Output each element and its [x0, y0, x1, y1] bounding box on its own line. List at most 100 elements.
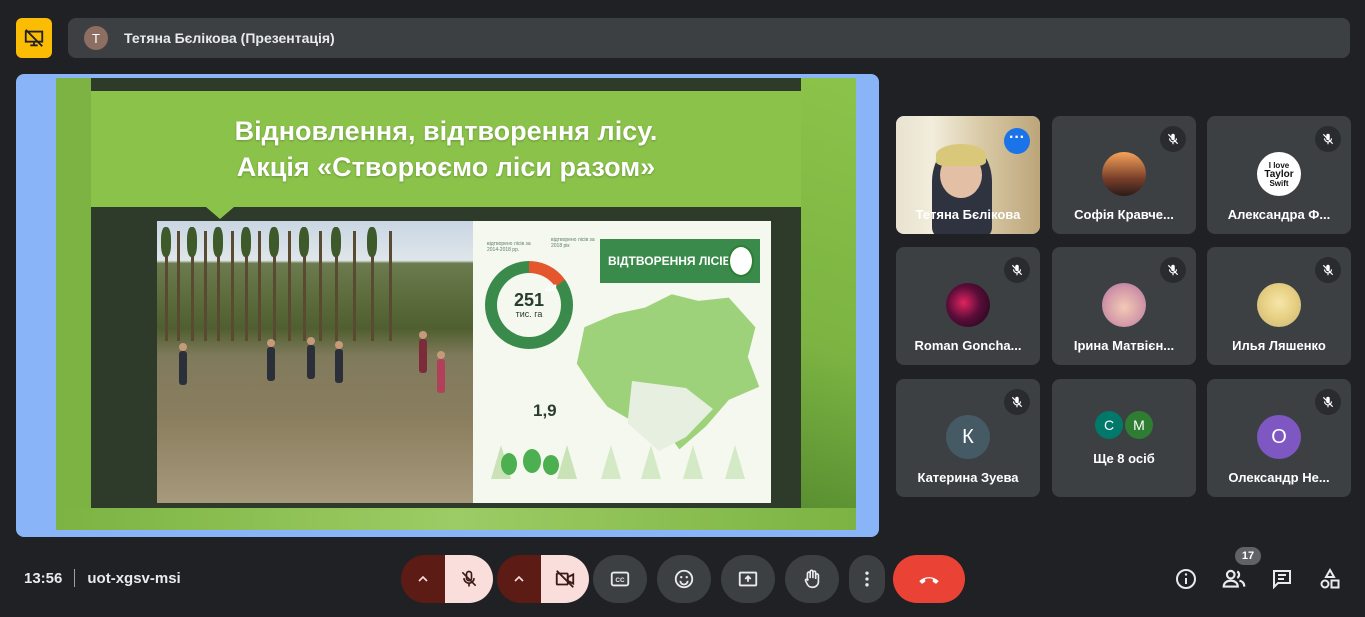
activities-icon	[1320, 567, 1340, 589]
participant-name: Катерина Зуева	[917, 470, 1019, 485]
infographic-caption-right: відтворено лісів за 2018 рік	[551, 237, 595, 249]
presentation-slide: Відновлення, відтворення лісу. Акція «Ст…	[56, 78, 856, 530]
more-options-button[interactable]	[849, 555, 885, 603]
svg-text:CC: CC	[615, 577, 625, 584]
camera-options-button[interactable]	[497, 555, 541, 603]
camera-control	[497, 555, 589, 603]
presentation-off-icon	[24, 29, 44, 47]
chat-button[interactable]	[1269, 566, 1295, 592]
infographic-banner: ВІДТВОРЕННЯ ЛІСІВ	[600, 239, 760, 283]
participant-name: Олександр Не...	[1228, 470, 1330, 485]
end-call-button[interactable]	[893, 555, 965, 603]
more-options-icon	[865, 571, 869, 587]
infographic-banner-text: ВІДТВОРЕННЯ ЛІСІВ	[608, 254, 732, 268]
participant-avatar: К	[946, 415, 990, 459]
participant-name: Илья Ляшенко	[1232, 338, 1326, 353]
ring-unit: тис. га	[515, 309, 543, 319]
mic-options-button[interactable]	[401, 555, 445, 603]
more-horizontal-icon: ···	[1009, 129, 1025, 146]
mic-off-icon	[461, 570, 477, 587]
present-button[interactable]	[721, 555, 775, 603]
camera-toggle-button[interactable]	[541, 555, 589, 603]
presentation-stage[interactable]: Відновлення, відтворення лісу. Акція «Ст…	[16, 74, 879, 537]
presenter-avatar: Т	[84, 26, 108, 50]
clock-time: 13:56	[24, 569, 63, 587]
activities-button[interactable]	[1317, 566, 1343, 592]
people-button[interactable]	[1221, 566, 1247, 592]
avatar-text-line: Taylor	[1264, 168, 1294, 180]
slide-infographic: відтворено лісів за 2014-2018 рр. відтво…	[473, 221, 771, 503]
slide-title-line-1: Відновлення, відтворення лісу.	[234, 116, 658, 146]
mic-off-icon	[1315, 389, 1341, 415]
meeting-details-button[interactable]	[1173, 566, 1199, 592]
chevron-up-icon	[514, 575, 524, 582]
participant-tile-self[interactable]: ··· Тетяна Бєлікова	[896, 116, 1040, 234]
closed-captions-icon: CC	[610, 571, 630, 587]
reactions-button[interactable]	[657, 555, 711, 603]
presenter-name: Тетяна Бєлікова (Презентація)	[124, 30, 335, 46]
forest-agency-logo	[728, 245, 754, 277]
participant-tile[interactable]: К Катерина Зуева	[896, 379, 1040, 497]
participant-avatar	[1257, 283, 1301, 327]
participant-name: Софія Кравче...	[1074, 207, 1174, 222]
participant-avatar	[946, 283, 990, 327]
emoji-icon	[674, 569, 694, 589]
participant-avatar: I love Taylor Swift	[1257, 152, 1301, 196]
slide-title-line-2: Акція «Створюємо ліси разом»	[236, 152, 656, 182]
participant-tile[interactable]: I love Taylor Swift Александра Ф...	[1207, 116, 1351, 234]
presenter-banner: Т Тетяна Бєлікова (Презентація)	[68, 18, 1350, 58]
participant-tile[interactable]: Илья Ляшенко	[1207, 247, 1351, 365]
people-icon	[1222, 569, 1246, 588]
mini-avatar: С	[1095, 411, 1123, 439]
participant-name: Александра Ф...	[1227, 207, 1331, 222]
participant-count-badge: 17	[1235, 547, 1261, 565]
ring-small-value: 44	[545, 283, 558, 295]
chevron-up-icon	[418, 575, 428, 582]
participant-tile[interactable]: Ірина Матвієн...	[1052, 247, 1196, 365]
avatar-text-line: Swift	[1269, 178, 1289, 188]
participant-tile[interactable]: Софія Кравче...	[1052, 116, 1196, 234]
raise-hand-button[interactable]	[785, 555, 839, 603]
mic-off-icon	[1004, 257, 1030, 283]
mic-toggle-button[interactable]	[445, 555, 493, 603]
participant-name: Ірина Матвієн...	[1073, 338, 1175, 353]
participant-tile[interactable]: Roman Goncha...	[896, 247, 1040, 365]
info-icon	[1176, 569, 1196, 589]
infographic-caption-left: відтворено лісів за 2014-2018 рр.	[487, 241, 531, 253]
mic-off-icon	[1004, 389, 1030, 415]
captions-button[interactable]: CC	[593, 555, 647, 603]
slide-decor-right	[801, 78, 856, 530]
present-screen-icon	[738, 571, 758, 587]
more-people-label: Ще 8 осіб	[1093, 451, 1155, 466]
participant-name: Roman Goncha...	[914, 338, 1022, 353]
mini-avatar: М	[1125, 411, 1153, 439]
participant-avatar: О	[1257, 415, 1301, 459]
presentation-badge[interactable]	[16, 18, 52, 58]
slide-decor-bottom	[56, 508, 856, 530]
slide-decor-left	[56, 78, 91, 530]
call-end-icon	[919, 577, 939, 584]
ring-value: 251	[513, 290, 545, 310]
tile-more-button[interactable]: ···	[1004, 128, 1030, 154]
participant-avatar	[1102, 152, 1146, 196]
slide-title-notch	[206, 207, 234, 219]
slide-title-band: Відновлення, відтворення лісу. Акція «Ст…	[91, 91, 801, 207]
chat-icon	[1273, 570, 1291, 590]
forest-ring-chart: 251 тис. га	[485, 261, 573, 349]
participant-tile-more[interactable]: С М Ще 8 осіб	[1052, 379, 1196, 497]
infographic-mid-value: 1,9	[533, 401, 557, 420]
participant-avatar	[1102, 283, 1146, 327]
more-people-avatars: С М	[1052, 411, 1196, 439]
mic-off-icon	[1315, 257, 1341, 283]
participant-tile[interactable]: О Олександр Не...	[1207, 379, 1351, 497]
mic-off-icon	[1160, 126, 1186, 152]
meeting-code: uot-xgsv-msi	[87, 569, 181, 587]
raise-hand-icon	[804, 569, 820, 589]
videocam-off-icon	[555, 570, 575, 588]
mic-off-icon	[1315, 126, 1341, 152]
meeting-details: 13:56 uot-xgsv-msi	[24, 569, 181, 587]
mic-off-icon	[1160, 257, 1186, 283]
participant-name: Тетяна Бєлікова	[915, 207, 1021, 222]
divider	[74, 569, 76, 587]
mic-control	[401, 555, 493, 603]
